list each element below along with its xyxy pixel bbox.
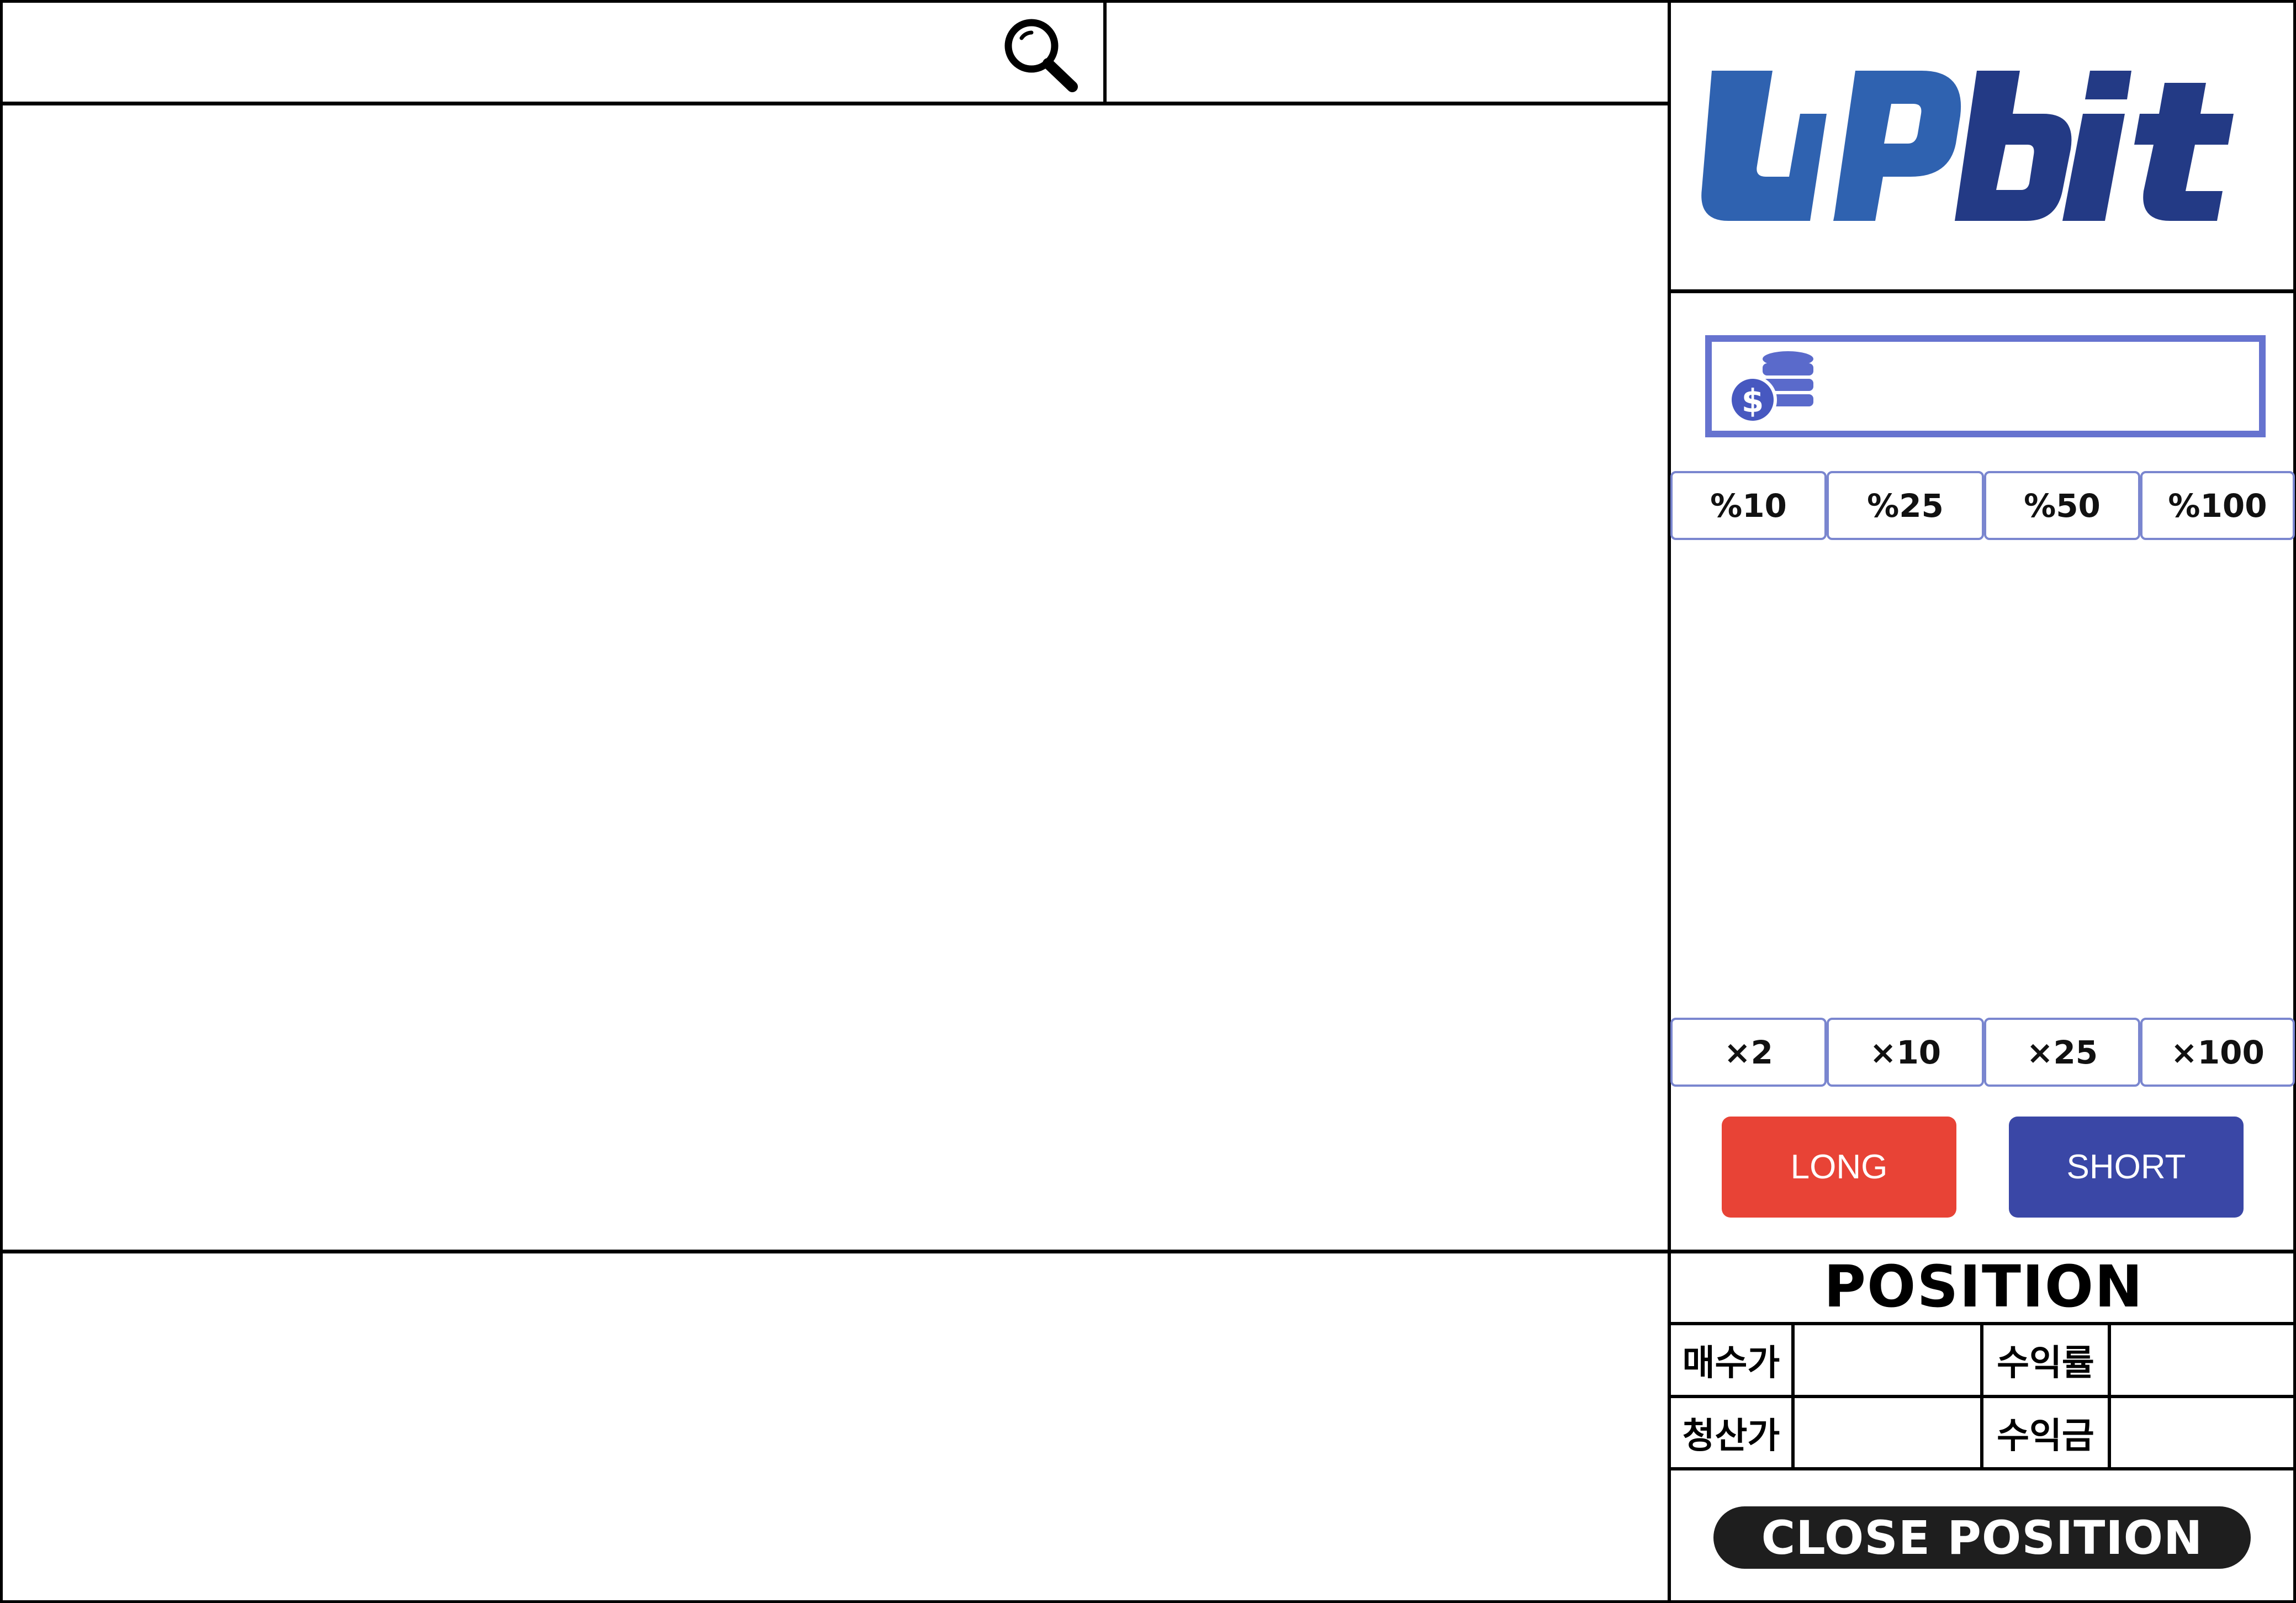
short-button[interactable]: SHORT xyxy=(2009,1117,2244,1218)
percent-25-button[interactable]: %25 xyxy=(1827,471,1984,540)
leverage-25x-button[interactable]: ×25 xyxy=(1984,1018,2140,1087)
return-rate-value xyxy=(2111,1325,2293,1395)
liquidation-price-value xyxy=(1795,1398,1980,1467)
return-rate-label: 수익률 xyxy=(1997,1343,2094,1384)
percent-10-button[interactable]: %10 xyxy=(1670,471,1827,540)
entry-price-value xyxy=(1795,1325,1980,1395)
upbit-logo xyxy=(1690,61,2275,237)
coins-icon: $ xyxy=(1722,347,1821,424)
svg-text:$: $ xyxy=(1742,382,1764,420)
bottom-panel xyxy=(4,1255,1667,1600)
divider xyxy=(1669,289,2296,293)
close-position-button[interactable]: CLOSE POSITION xyxy=(1713,1506,2251,1569)
percent-50-button[interactable]: %50 xyxy=(1984,471,2140,540)
leverage-10x-button[interactable]: ×10 xyxy=(1827,1018,1984,1087)
profit-value xyxy=(2111,1398,2293,1467)
divider xyxy=(0,102,1669,105)
long-button[interactable]: LONG xyxy=(1722,1117,1956,1218)
profit-label: 수익금 xyxy=(1997,1415,2094,1457)
leverage-2x-button[interactable]: ×2 xyxy=(1670,1018,1827,1087)
percent-100-button[interactable]: %100 xyxy=(2140,471,2295,540)
order-info-area xyxy=(1673,544,2292,1013)
amount-input[interactable] xyxy=(1833,345,2258,428)
leverage-100x-button[interactable]: ×100 xyxy=(2140,1018,2295,1087)
chart-area[interactable] xyxy=(4,108,1667,1248)
entry-price-label: 매수가 xyxy=(1682,1343,1780,1384)
position-title: POSITION xyxy=(1823,1253,2144,1320)
divider xyxy=(1103,0,1107,104)
search-input[interactable] xyxy=(4,4,987,102)
liquidation-price-label: 청산가 xyxy=(1682,1415,1780,1457)
search-icon[interactable] xyxy=(999,14,1082,94)
top-right-header-panel xyxy=(1108,4,1667,102)
